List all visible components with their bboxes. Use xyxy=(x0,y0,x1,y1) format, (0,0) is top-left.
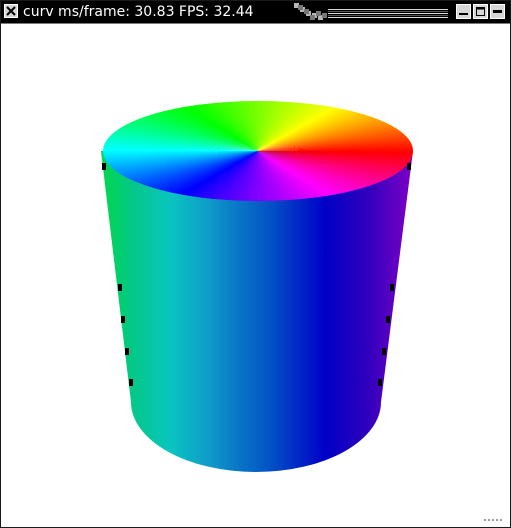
edge-mark xyxy=(407,163,411,170)
title-bar[interactable]: curv ms/frame: 30.83 FPS: 32.44 xyxy=(1,1,510,24)
app-window: curv ms/frame: 30.83 FPS: 32.44 xyxy=(0,0,511,528)
edge-mark xyxy=(118,284,122,291)
edge-mark xyxy=(390,284,394,291)
window-title: curv ms/frame: 30.83 FPS: 32.44 xyxy=(23,4,254,20)
cylinder-render xyxy=(101,101,413,472)
resize-grip[interactable] xyxy=(482,519,506,523)
edge-mark xyxy=(382,348,386,355)
window-menu-button[interactable] xyxy=(4,4,18,18)
edge-mark xyxy=(386,316,390,323)
edge-mark xyxy=(129,379,133,386)
close-button[interactable] xyxy=(490,4,505,19)
minimize-button[interactable] xyxy=(456,4,471,19)
maximize-button[interactable] xyxy=(473,4,488,19)
title-bar-grip xyxy=(294,3,448,20)
edge-mark xyxy=(102,163,106,170)
render-viewport[interactable] xyxy=(3,24,508,524)
edge-mark xyxy=(125,348,129,355)
edge-mark xyxy=(378,379,382,386)
edge-mark xyxy=(121,316,125,323)
